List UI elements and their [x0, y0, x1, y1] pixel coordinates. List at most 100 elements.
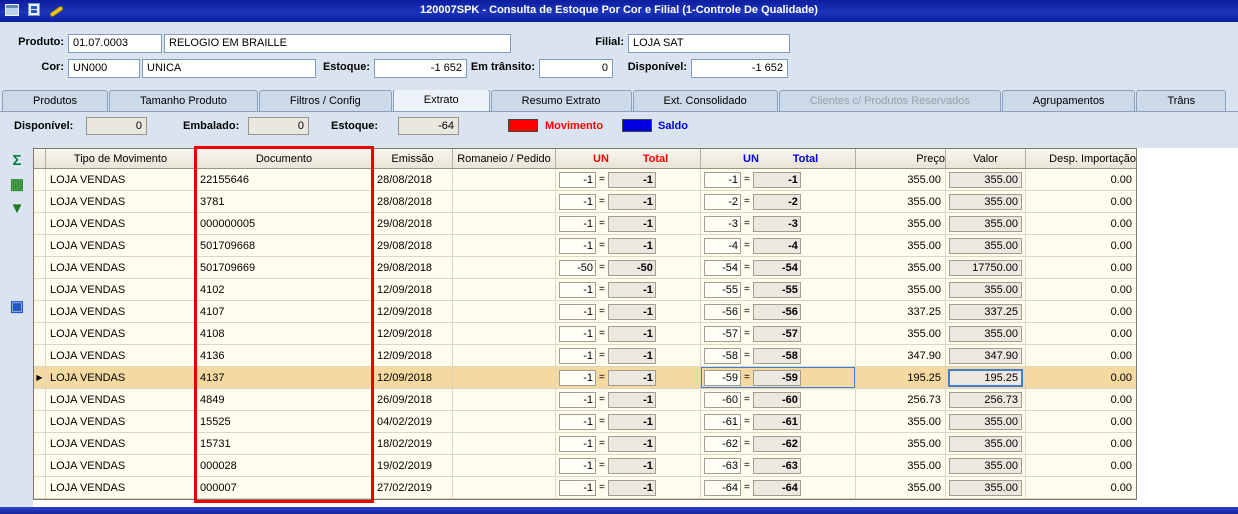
disponivel-field[interactable]: -1 652: [691, 59, 788, 78]
table-row[interactable]: LOJA VENDAS 4107 12/09/2018 -1 = -1 -56 …: [34, 301, 1136, 323]
cell-movimento: -1 = -1: [556, 213, 701, 234]
saldo-un-value: -64: [704, 479, 741, 496]
table-row[interactable]: LOJA VENDAS 000028 19/02/2019 -1 = -1 -6…: [34, 455, 1136, 477]
equals-sign: =: [599, 460, 605, 471]
mov-un-value: -1: [559, 369, 596, 386]
table-row[interactable]: LOJA VENDAS 4102 12/09/2018 -1 = -1 -55 …: [34, 279, 1136, 301]
cell-preco: 355.00: [856, 191, 946, 212]
equals-sign: =: [744, 482, 750, 493]
saldo-total-value: -4: [752, 237, 801, 254]
tab-clientes-c-produtos-reservados[interactable]: Clientes c/ Produtos Reservados: [778, 90, 1001, 111]
cell-valor: 195.25: [946, 367, 1026, 388]
header-documento[interactable]: Documento: [196, 149, 373, 168]
cell-documento: 501709668: [196, 235, 373, 256]
cell-preco: 355.00: [856, 169, 946, 190]
cell-valor: 355.00: [946, 455, 1026, 476]
cell-emissao: 12/09/2018: [373, 367, 453, 388]
equals-sign: =: [599, 284, 605, 295]
tab-extrato[interactable]: Extrato: [392, 90, 490, 111]
cell-saldo: -63 = -63: [701, 455, 856, 476]
table-row[interactable]: LOJA VENDAS 000000005 29/08/2018 -1 = -1…: [34, 213, 1136, 235]
row-marker: [34, 235, 46, 256]
cell-desp-importacao: 0.00: [1110, 305, 1132, 318]
image-icon[interactable]: ▣: [6, 298, 28, 316]
cor-code-field[interactable]: UN000: [68, 59, 140, 78]
tab-tr-ns[interactable]: Trâns: [1136, 90, 1227, 111]
tab-label: Filtros / Config: [289, 95, 361, 107]
filial-field[interactable]: LOJA SAT: [628, 34, 790, 53]
export-grid-icon[interactable]: ▦: [6, 176, 28, 194]
titlebar-icons: [5, 3, 65, 18]
cell-preco: 256.73: [856, 389, 946, 410]
table-row[interactable]: ▶ LOJA VENDAS 4137 12/09/2018 -1 = -1 -5…: [34, 367, 1136, 389]
row-marker: [34, 455, 46, 476]
app-icon[interactable]: [28, 3, 40, 16]
table-row[interactable]: LOJA VENDAS 15731 18/02/2019 -1 = -1 -62…: [34, 433, 1136, 455]
header-mov-total: Total: [642, 152, 669, 165]
table-row[interactable]: LOJA VENDAS 000007 27/02/2019 -1 = -1 -6…: [34, 477, 1136, 499]
table-row[interactable]: LOJA VENDAS 15525 04/02/2019 -1 = -1 -61…: [34, 411, 1136, 433]
cell-desp-importacao: 0.00: [1110, 261, 1132, 274]
tab-produtos[interactable]: Produtos: [2, 90, 109, 111]
window-bottom-edge: [0, 507, 1238, 514]
equals-sign: =: [744, 460, 750, 471]
download-icon[interactable]: ▼: [6, 200, 28, 218]
em-transito-field[interactable]: 0: [539, 59, 613, 78]
produto-name-field[interactable]: RELOGIO EM BRAILLE: [164, 34, 511, 53]
tab-agrupamentos[interactable]: Agrupamentos: [1001, 90, 1136, 111]
cell-movimento: -1 = -1: [556, 169, 701, 190]
header-tipo-movimento[interactable]: Tipo de Movimento: [46, 149, 196, 168]
equals-sign: =: [744, 416, 750, 427]
tab-tamanho-produto[interactable]: Tamanho Produto: [109, 90, 258, 111]
mov-un-value: -1: [559, 479, 596, 496]
estoque-field[interactable]: -1 652: [374, 59, 467, 78]
saldo-un-value: -63: [704, 457, 741, 474]
header-saldo-group[interactable]: UN Total: [701, 149, 856, 168]
table-row[interactable]: LOJA VENDAS 3781 28/08/2018 -1 = -1 -2 =…: [34, 191, 1136, 213]
mov-total-value: -1: [607, 193, 656, 210]
mov-total-value: -1: [607, 435, 656, 452]
tab-resumo-extrato[interactable]: Resumo Extrato: [490, 90, 632, 111]
tab-bar: Produtos Tamanho Produto Filtros / Config E…: [0, 90, 1238, 112]
valor-value: 355.00: [949, 479, 1022, 496]
tab-filtros-config[interactable]: Filtros / Config: [258, 90, 392, 111]
header-preco[interactable]: Preço: [856, 149, 946, 168]
cell-tipo-movimento: LOJA VENDAS: [46, 323, 196, 344]
mov-total-value: -1: [607, 413, 656, 430]
header-desp-importacao[interactable]: Desp. Importação: [1026, 149, 1136, 168]
header-romaneio-pedido[interactable]: Romaneio / Pedido: [453, 149, 556, 168]
cell-desp-importacao: 0.00: [1110, 217, 1132, 230]
cell-valor: 355.00: [946, 279, 1026, 300]
wrench-icon[interactable]: [48, 4, 65, 18]
table-row[interactable]: LOJA VENDAS 501709669 29/08/2018 -50 = -…: [34, 257, 1136, 279]
cell-romaneio-pedido: [453, 279, 556, 300]
produto-code-field[interactable]: 01.07.0003: [68, 34, 162, 53]
saldo-total-value: -1: [752, 171, 801, 188]
saldo-total-value: -54: [752, 259, 801, 276]
cell-movimento: -1 = -1: [556, 323, 701, 344]
grid-header-row: Tipo de Movimento Documento Emissão Roma…: [34, 149, 1136, 169]
header-saldo-un: UN: [743, 152, 759, 165]
cell-valor: 355.00: [946, 213, 1026, 234]
header-emissao[interactable]: Emissão: [373, 149, 453, 168]
cor-name-field[interactable]: UNICA: [142, 59, 316, 78]
sigma-icon[interactable]: Σ: [6, 152, 28, 170]
table-row[interactable]: LOJA VENDAS 501709668 29/08/2018 -1 = -1…: [34, 235, 1136, 257]
saldo-un-value: -56: [704, 303, 741, 320]
table-row[interactable]: LOJA VENDAS 4108 12/09/2018 -1 = -1 -57 …: [34, 323, 1136, 345]
table-row[interactable]: LOJA VENDAS 4849 26/09/2018 -1 = -1 -60 …: [34, 389, 1136, 411]
mov-total-value: -1: [607, 215, 656, 232]
mov-total-value: -1: [607, 479, 656, 496]
cell-romaneio-pedido: [453, 191, 556, 212]
mov-un-value: -1: [559, 413, 596, 430]
header-movimento-group[interactable]: UN Total: [556, 149, 701, 168]
equals-sign: =: [599, 196, 605, 207]
header-valor[interactable]: Valor: [946, 149, 1026, 168]
tab-ext-consolidado[interactable]: Ext. Consolidado: [632, 90, 778, 111]
table-row[interactable]: LOJA VENDAS 22155646 28/08/2018 -1 = -1 …: [34, 169, 1136, 191]
window-icon[interactable]: [5, 3, 19, 16]
cell-preco: 355.00: [856, 411, 946, 432]
cell-preco: 337.25: [856, 301, 946, 322]
table-row[interactable]: LOJA VENDAS 4136 12/09/2018 -1 = -1 -58 …: [34, 345, 1136, 367]
app-window: 120007SPK - Consulta de Estoque Por Cor …: [0, 0, 1238, 514]
